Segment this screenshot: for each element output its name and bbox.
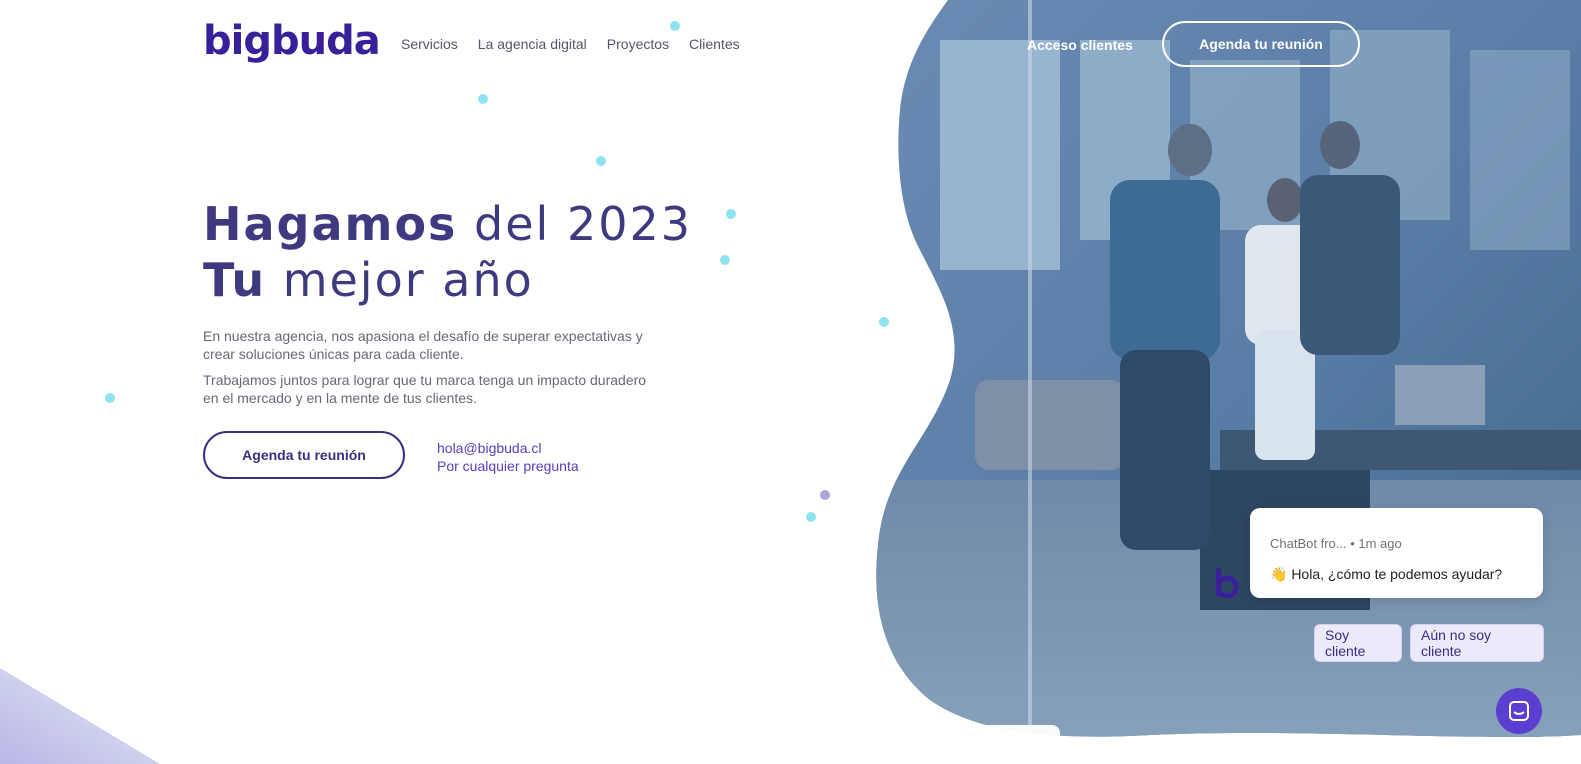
nav-item-servicios[interactable]: Servicios [401,36,458,52]
schedule-meeting-button-top[interactable]: Agenda tu reunión [1162,21,1360,67]
chat-meta: ChatBot fro... • 1m ago [1270,536,1402,551]
nav-item-clientes[interactable]: Clientes [689,36,740,52]
chat-option-soy-cliente[interactable]: Soy cliente [1314,624,1402,662]
decorative-dot [820,490,830,500]
chat-launcher-icon [1509,701,1529,721]
hero-paragraph-1: En nuestra agencia, nos apasiona el desa… [203,328,643,362]
decorative-dot [879,317,889,327]
email-note-link[interactable]: Por cualquier pregunta [437,457,579,475]
corner-shape [0,668,160,764]
headline-line2-light: mejor año [266,253,534,307]
chat-message-card[interactable]: ChatBot fro... • 1m ago 👋 Hola, ¿cómo te… [1250,508,1543,598]
logo[interactable]: bigbuda [203,18,381,64]
chat-time: • 1m ago [1350,536,1402,551]
decorative-dot [670,21,680,31]
chat-message: 👋 Hola, ¿cómo te podemos ayudar? [1270,566,1503,582]
chat-launcher-button[interactable] [1496,688,1542,734]
schedule-meeting-button[interactable]: Agenda tu reunión [203,431,405,479]
hero-headline: Hagamos del 2023 Tu mejor año [203,196,692,308]
contact-block: hola@bigbuda.cl Por cualquier pregunta [437,439,579,475]
decorative-dot [726,209,736,219]
decorative-dot [596,156,606,166]
headline-line1-light: del 2023 [457,197,693,251]
chat-sender: ChatBot fro... [1270,536,1347,551]
nav-item-agencia[interactable]: La agencia digital [478,36,587,52]
email-link[interactable]: hola@bigbuda.cl [437,439,579,457]
b-logo-icon [1215,568,1239,598]
decorative-dot [478,94,488,104]
hero-paragraph-2: Trabajamos juntos para lograr que tu mar… [203,372,647,406]
chat-option-no-soy-cliente[interactable]: Aún no soy cliente [1410,624,1544,662]
headline-line2-bold: Tu [203,253,267,307]
decorative-dot [806,512,816,522]
decorative-dot [720,255,730,265]
nav-item-proyectos[interactable]: Proyectos [607,36,669,52]
headline-line1-bold: Hagamos [203,197,458,251]
client-access-link[interactable]: Acceso clientes [1027,37,1133,53]
main-nav: Servicios La agencia digital Proyectos C… [401,36,740,52]
decorative-dot [105,393,115,403]
